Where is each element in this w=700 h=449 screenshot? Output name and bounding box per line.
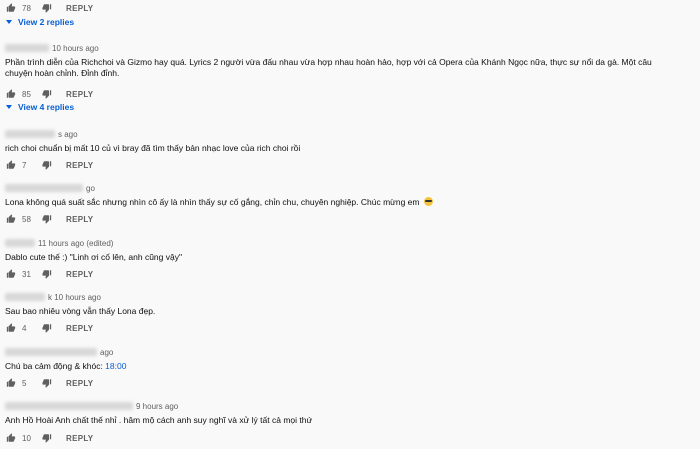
thumb-up-icon[interactable]: [6, 89, 16, 99]
like-count: 78: [22, 3, 31, 13]
reply-button[interactable]: REPLY: [66, 90, 93, 99]
reply-button[interactable]: REPLY: [66, 161, 93, 170]
comment-actions: 5 REPLY: [0, 376, 700, 390]
view-replies-button[interactable]: View 4 replies: [0, 102, 700, 112]
comment-text: Dablo cute thế :) "Linh ơi cố lên, anh c…: [5, 252, 182, 262]
like-count: 7: [22, 160, 27, 170]
thumb-up-icon[interactable]: [6, 378, 16, 388]
comment-text-body: Chú ba cảm động & khóc:: [5, 361, 106, 371]
comment-meta: ago: [0, 346, 700, 358]
thumb-down-icon[interactable]: [42, 160, 52, 170]
view-replies-label: View 4 replies: [18, 102, 75, 112]
like-count: 5: [22, 378, 27, 388]
comment-time: 11 hours ago (edited): [38, 238, 114, 248]
comment-thread: ago Chú ba cảm động & khóc: 18:00: [0, 346, 700, 372]
comment-text: Anh Hồ Hoài Anh chất thế nhỉ . hâm mộ cá…: [5, 415, 313, 425]
comment-actions: 58 REPLY: [0, 212, 700, 226]
caret-down-icon: [6, 105, 12, 109]
comment-thread: 11 hours ago (edited) Dablo cute thế :) …: [0, 237, 700, 263]
comment-time: go: [86, 183, 95, 193]
comment-time: s ago: [58, 129, 78, 139]
reply-button[interactable]: REPLY: [66, 434, 93, 443]
comment-text-body: Lona không quá suất sắc nhưng nhìn cô ấy…: [5, 197, 420, 207]
author-name-blurred[interactable]: [5, 402, 133, 410]
reply-button[interactable]: REPLY: [66, 324, 93, 333]
view-replies-button[interactable]: View 2 replies: [0, 17, 700, 27]
comment-actions: 78 REPLY: [0, 1, 700, 15]
reply-button[interactable]: REPLY: [66, 379, 93, 388]
comment-actions: 10 REPLY: [0, 431, 700, 445]
thumb-down-icon[interactable]: [42, 3, 52, 13]
thumb-down-icon[interactable]: [42, 378, 52, 388]
reply-button[interactable]: REPLY: [66, 215, 93, 224]
comment-time: ago: [100, 347, 114, 357]
thumb-down-icon[interactable]: [42, 323, 52, 333]
like-count: 85: [22, 89, 31, 99]
comment-text: Chú ba cảm động & khóc: 18:00: [0, 361, 700, 372]
like-count: 58: [22, 214, 31, 224]
author-name-blurred[interactable]: [5, 184, 83, 192]
author-name-blurred[interactable]: [5, 348, 97, 356]
comment-meta: k 10 hours ago: [0, 291, 700, 303]
comment-actions: 4 REPLY: [0, 321, 700, 335]
thumb-up-icon[interactable]: [6, 323, 16, 333]
comment-text: rich choi chuẩn bị mất 10 củ vì bray đã …: [5, 143, 301, 153]
reply-button[interactable]: REPLY: [66, 270, 93, 279]
comment-thread: k 10 hours ago Sau bao nhiêu vòng vẫn th…: [0, 291, 700, 317]
author-name-blurred[interactable]: [5, 130, 55, 138]
comment-thread: s ago rich choi chuẩn bị mất 10 củ vì br…: [0, 128, 700, 154]
thumb-up-icon[interactable]: [6, 3, 16, 13]
comment-actions: 7 REPLY: [0, 158, 700, 172]
thumb-down-icon[interactable]: [42, 214, 52, 224]
thumb-down-icon[interactable]: [42, 269, 52, 279]
thumb-up-icon[interactable]: [6, 160, 16, 170]
comment-time: 10 hours ago: [52, 43, 99, 53]
thumb-up-icon[interactable]: [6, 269, 16, 279]
comment-actions: 31 REPLY: [0, 267, 700, 281]
comment-thread: 10 hours ago Phần trình diễn của Richcho…: [0, 42, 700, 79]
comment-text: Phần trình diễn của Richchoi và Gizmo ha…: [5, 57, 655, 78]
thumb-down-icon[interactable]: [42, 89, 52, 99]
comment-meta: 10 hours ago: [0, 42, 700, 54]
thumb-down-icon[interactable]: [42, 433, 52, 443]
reply-button[interactable]: REPLY: [66, 4, 93, 13]
thumb-up-icon[interactable]: [6, 433, 16, 443]
comment-text: Sau bao nhiêu vòng vẫn thấy Lona đẹp.: [5, 306, 156, 316]
caret-down-icon: [6, 20, 12, 24]
like-count: 10: [22, 433, 31, 443]
comment-thread: 9 hours ago Anh Hồ Hoài Anh chất thế nhỉ…: [0, 400, 700, 426]
comment-time: 9 hours ago: [136, 401, 179, 411]
comment-meta: go: [0, 182, 700, 194]
smiling-face-emoji-icon: [423, 197, 433, 206]
comment-meta: 11 hours ago (edited): [0, 237, 700, 249]
comment-text: Lona không quá suất sắc nhưng nhìn cô ấy…: [0, 197, 700, 208]
view-replies-label: View 2 replies: [18, 17, 75, 27]
timestamp-link[interactable]: 18:00: [105, 361, 126, 371]
comment-thread: go Lona không quá suất sắc nhưng nhìn cô…: [0, 182, 700, 208]
author-name-blurred[interactable]: [5, 44, 49, 52]
like-count: 31: [22, 269, 31, 279]
comment-meta: 9 hours ago: [0, 400, 700, 412]
thumb-up-icon[interactable]: [6, 214, 16, 224]
comment-meta: s ago: [0, 128, 700, 140]
comment-time: k 10 hours ago: [48, 292, 101, 302]
like-count: 4: [22, 323, 27, 333]
author-name-blurred[interactable]: [5, 293, 45, 301]
author-name-blurred[interactable]: [5, 239, 35, 247]
comment-actions: 85 REPLY: [0, 87, 700, 101]
